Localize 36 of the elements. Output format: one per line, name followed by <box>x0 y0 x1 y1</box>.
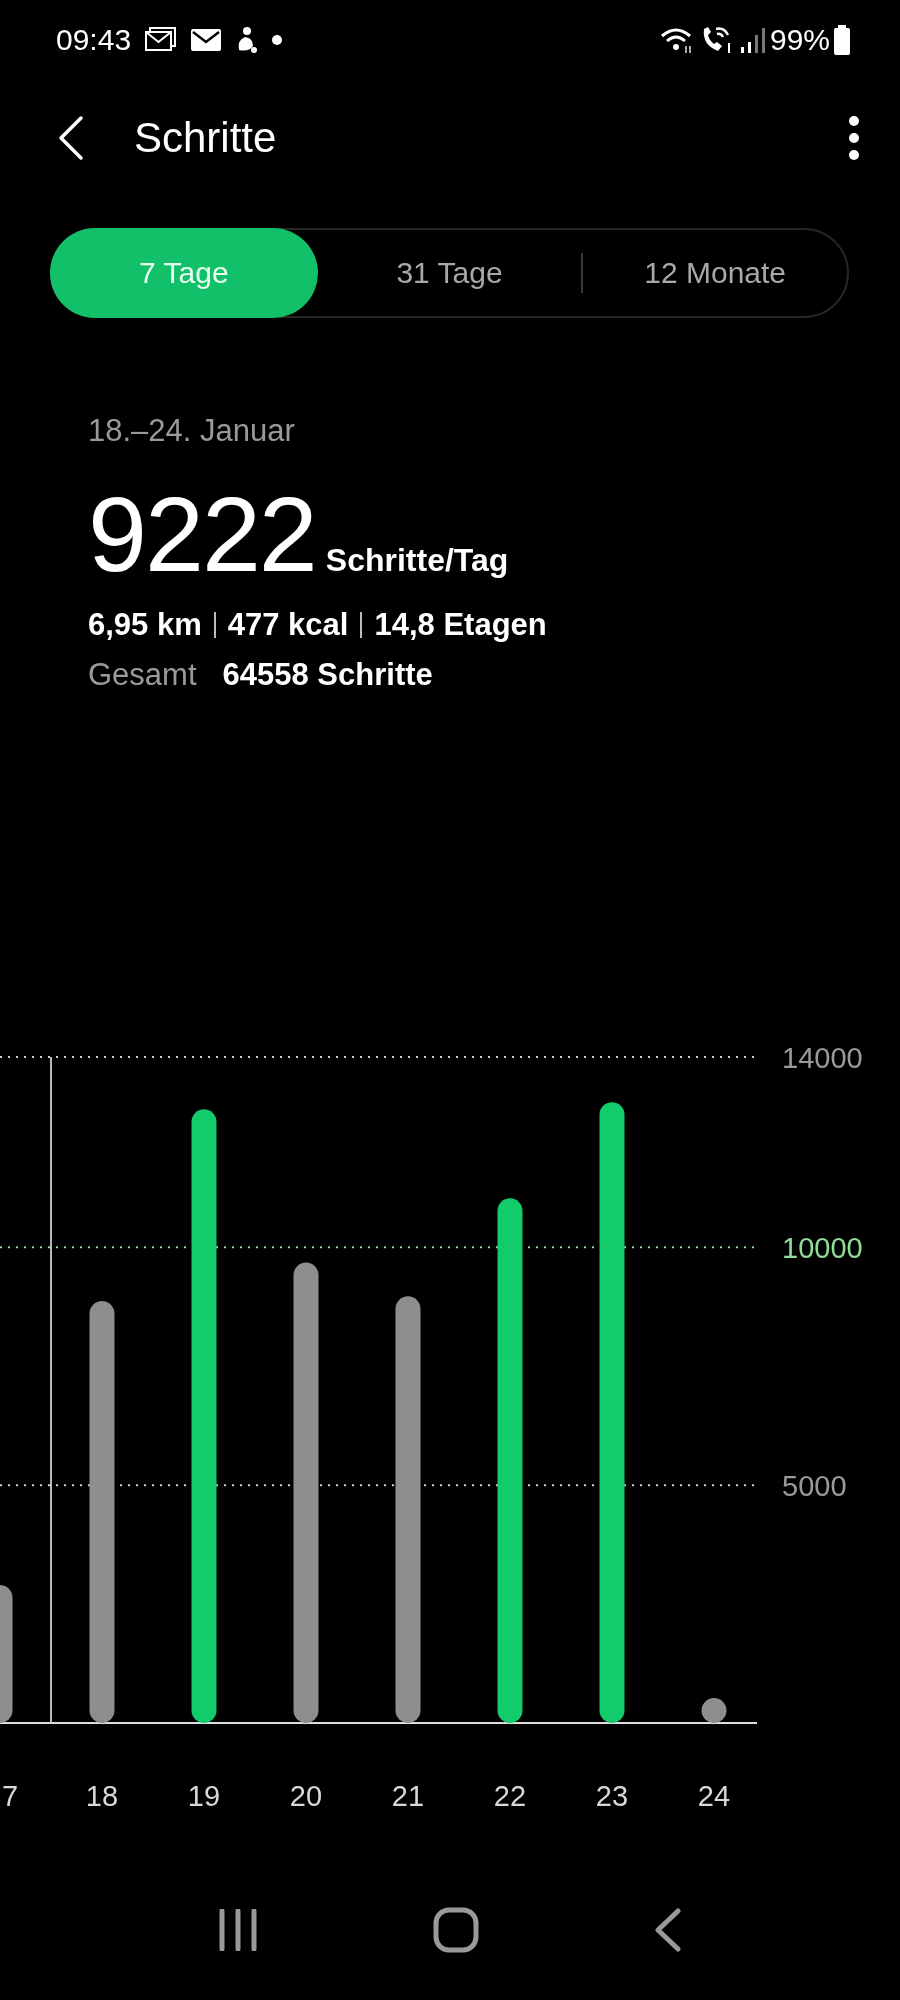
more-options-icon[interactable] <box>848 115 860 160</box>
stat-value: 6,95 km <box>88 607 202 643</box>
stat-value: 14,8 Etagen <box>374 607 547 643</box>
axis-label: 22 <box>493 1780 527 1812</box>
axis-label: 19 <box>187 1780 221 1812</box>
axis-label: 20 <box>289 1780 323 1812</box>
stat-value: 477 kcal <box>227 607 349 643</box>
axis-label: 21 <box>391 1780 425 1812</box>
total-label: Gesamt <box>88 657 197 693</box>
home-icon[interactable] <box>433 1907 479 1953</box>
axis-label: 18 <box>85 1780 119 1812</box>
mail-icon <box>191 28 222 52</box>
date-range: 18.–24. Januar <box>88 413 296 449</box>
status-time: 09:43 <box>56 23 132 57</box>
page-title: Schritte <box>134 113 278 162</box>
battery-percent: 99% <box>769 23 830 57</box>
total-value: 64558 Schritte <box>222 657 433 693</box>
tick-label: 14000 <box>782 1042 863 1074</box>
bar <box>701 1698 727 1723</box>
axis-label: 23 <box>595 1780 629 1812</box>
axis-label: 24 <box>697 1780 731 1812</box>
battery-icon <box>834 25 850 55</box>
back-icon[interactable] <box>58 114 84 161</box>
back-nav-icon[interactable] <box>654 1908 683 1952</box>
dot-icon <box>271 34 284 46</box>
period-tab[interactable]: 12 Monate <box>581 228 849 318</box>
tick-label: 5000 <box>782 1470 847 1503</box>
signal-icon <box>739 27 766 53</box>
average-unit: Schritte/Tag <box>325 542 509 579</box>
wifi-icon <box>659 26 694 54</box>
tick-label: 10000 <box>782 1232 863 1265</box>
average-steps: 9222 <box>88 479 316 589</box>
period-tab[interactable]: 31 Tage <box>315 228 584 318</box>
recent-apps-icon[interactable] <box>217 1909 258 1951</box>
axis-label: 7 <box>1 1780 19 1812</box>
mail-stack-icon <box>145 27 178 53</box>
